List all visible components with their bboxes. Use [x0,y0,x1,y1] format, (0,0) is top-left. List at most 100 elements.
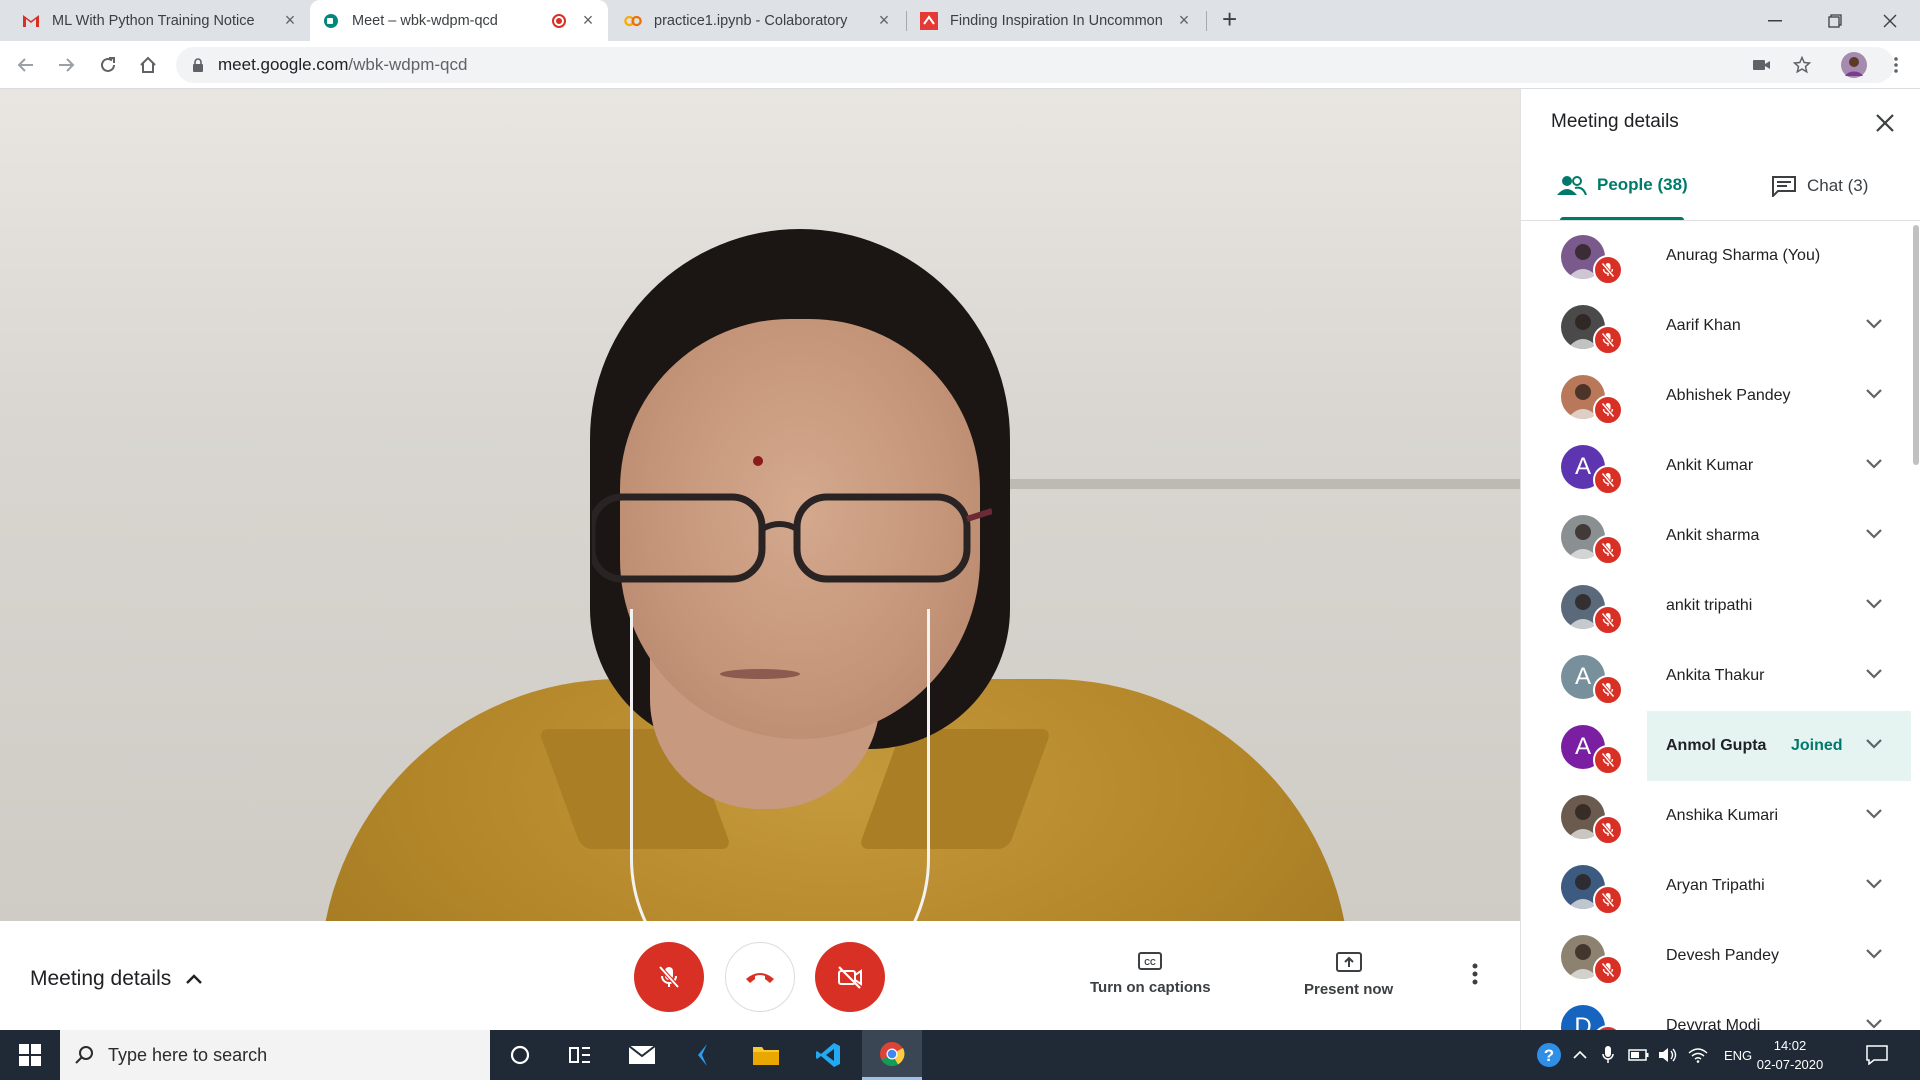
avatar-initial: A [1574,453,1591,480]
tab-chat[interactable]: Chat (3) [1771,175,1868,197]
camera-off-icon [838,966,862,989]
show-hidden-icons-icon[interactable] [1572,1030,1588,1080]
chevron-down-icon[interactable] [1865,807,1883,825]
system-clock[interactable]: 14:02 02-07-2020 [1750,1036,1830,1074]
captions-button[interactable]: CC Turn on captions [1090,951,1211,996]
chevron-down-icon[interactable] [1865,877,1883,895]
close-tab-icon[interactable]: × [1176,10,1192,31]
forward-button[interactable] [52,51,80,79]
meeting-controls-bar: Meeting details CC Turn on captions Pres… [0,921,1520,1030]
participant-name: Aarif Khan [1666,317,1741,334]
participant-row[interactable]: Devesh Pandey [1521,921,1911,991]
chevron-down-icon[interactable] [1865,457,1883,475]
colab-icon [624,12,642,30]
article-site-icon [920,11,938,30]
chevron-down-icon[interactable] [1865,947,1883,965]
participant-row[interactable]: A Ankita Thakur [1521,641,1911,711]
meet-icon [322,12,340,30]
close-tab-icon[interactable]: × [580,10,596,31]
tab-people[interactable]: People (38) [1557,175,1688,195]
avatar-initial: A [1574,733,1591,760]
wifi-icon[interactable] [1688,1030,1708,1080]
vscode-icon[interactable] [798,1030,858,1080]
participant-row[interactable]: Abhishek Pandey [1521,361,1911,431]
chrome-taskbar-icon[interactable] [862,1030,922,1080]
close-panel-icon[interactable] [1875,113,1895,133]
chevron-down-icon[interactable] [1865,667,1883,685]
participant-list: Anurag Sharma (You) Aarif Khan Abhishek Pa… [1521,221,1911,1030]
home-button[interactable] [134,51,162,79]
task-view-icon[interactable] [550,1030,610,1080]
language-indicator[interactable]: ENG [1724,1030,1752,1080]
video-participant-bindi [753,456,763,466]
chevron-down-icon[interactable] [1865,527,1883,545]
camera-permission-icon[interactable] [1748,51,1776,79]
people-tab-label: People (38) [1597,175,1688,194]
mail-app-icon[interactable] [612,1030,672,1080]
chevron-down-icon[interactable] [1865,737,1883,755]
mic-off-icon [658,965,680,989]
bookmark-star-icon[interactable] [1788,51,1816,79]
volume-icon[interactable] [1658,1030,1678,1080]
participant-avatar: D [1561,1005,1605,1030]
participant-row[interactable]: D Devvrat Modi [1521,991,1911,1030]
tab-divider [1206,11,1207,31]
chevron-down-icon[interactable] [1865,317,1883,335]
microphone-tray-icon[interactable] [1602,1030,1614,1080]
present-now-button[interactable]: Present now [1304,951,1393,998]
chevron-down-icon[interactable] [1865,597,1883,615]
participant-row[interactable]: Anurag Sharma (You) [1521,221,1911,291]
url-text: meet.google.com/wbk-wdpm-qcd [218,55,467,75]
participant-name: ankit tripathi [1666,597,1753,614]
help-tray-icon[interactable]: ? [1536,1030,1562,1080]
minimize-button[interactable] [1745,0,1805,41]
taskbar-search-box[interactable]: Type here to search [60,1030,490,1080]
meeting-details-toggle[interactable]: Meeting details [30,967,203,991]
cortana-icon[interactable] [490,1030,550,1080]
tab-meet[interactable]: Meet – wbk-wdpm-qcd × [310,0,608,41]
close-tab-icon[interactable]: × [282,10,298,31]
tab-gmail[interactable]: ML With Python Training Notice × [10,0,310,41]
chrome-menu-icon[interactable] [1882,51,1910,79]
address-bar[interactable]: meet.google.com/wbk-wdpm-qcd [176,47,1894,83]
battery-icon[interactable] [1628,1030,1650,1080]
participant-row[interactable]: Anshika Kumari [1521,781,1911,851]
file-explorer-icon[interactable] [736,1030,796,1080]
vs-code-insiders-icon[interactable] [674,1030,734,1080]
participant-row[interactable]: A Ankit Kumar [1521,431,1911,501]
participant-row[interactable]: Aarif Khan [1521,291,1911,361]
chevron-down-icon[interactable] [1865,387,1883,405]
panel-title: Meeting details [1551,111,1679,132]
scrollbar-thumb[interactable] [1913,225,1919,465]
participant-row[interactable]: ankit tripathi [1521,571,1911,641]
participant-name: Aryan Tripathi [1666,877,1765,894]
start-button[interactable] [0,1030,60,1080]
notification-center-icon[interactable] [1866,1030,1888,1080]
tab-colab[interactable]: practice1.ipynb - Colaboratory × [612,0,904,41]
restore-button[interactable] [1805,0,1865,41]
hang-up-icon [746,973,774,983]
gmail-icon [22,12,40,30]
back-button[interactable] [12,51,40,79]
new-tab-button[interactable]: + [1222,4,1237,35]
main-video-feed [0,89,1520,921]
microphone-toggle-button[interactable] [634,942,704,1012]
more-options-icon[interactable] [1472,963,1478,985]
participant-row[interactable]: Ankit sharma [1521,501,1911,571]
participant-row[interactable]: Aryan Tripathi [1521,851,1911,921]
reload-button[interactable] [94,51,122,79]
chevron-down-icon[interactable] [1865,1017,1883,1030]
tab-article[interactable]: Finding Inspiration In Uncommon × [908,0,1204,41]
camera-toggle-button[interactable] [815,942,885,1012]
participant-name: Ankit Kumar [1666,457,1754,474]
participant-row[interactable]: A Anmol Gupta Joined [1521,711,1911,781]
participant-list-scrollbar[interactable] [1911,221,1920,1030]
participant-name: Anurag Sharma (You) [1666,247,1821,264]
leave-call-button[interactable] [725,942,795,1012]
profile-avatar[interactable] [1840,51,1868,79]
muted-mic-icon [1593,325,1623,355]
close-window-button[interactable] [1860,0,1920,41]
close-tab-icon[interactable]: × [876,10,892,31]
tab-title: Meet – wbk-wdpm-qcd [352,12,498,29]
video-background-detail [1000,479,1520,489]
